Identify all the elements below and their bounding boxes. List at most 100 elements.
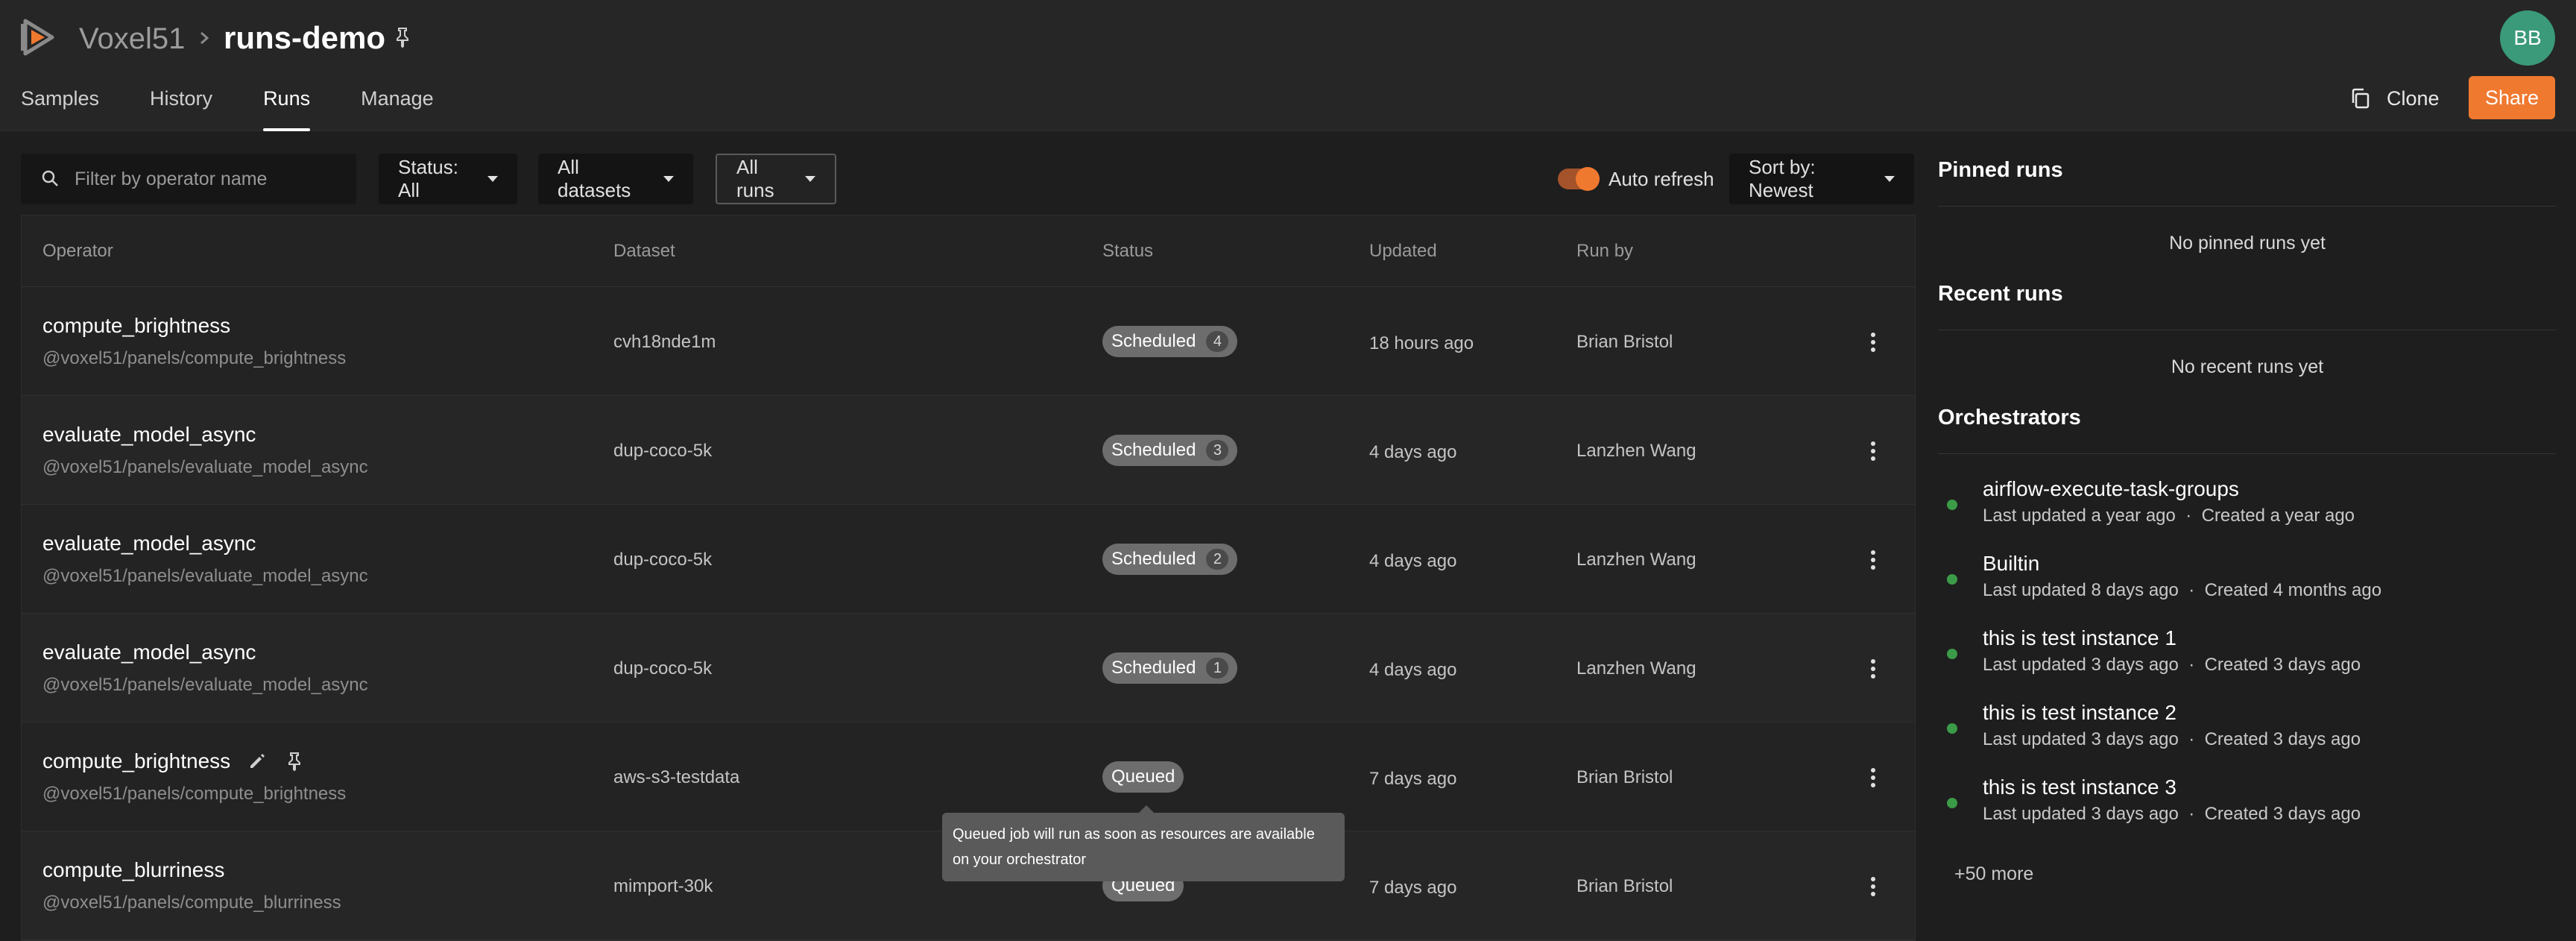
operator-uri: @voxel51/panels/compute_brightness	[42, 784, 347, 804]
dataset-cell: aws-s3-testdata	[613, 767, 740, 787]
more-vertical-icon[interactable]	[1866, 873, 1881, 900]
status-filter-dropdown[interactable]: Status: All	[379, 154, 517, 204]
caret-down-icon	[1884, 176, 1895, 182]
orchestrator-name: airflow-execute-task-groups	[1983, 477, 2239, 500]
edit-icon[interactable]	[247, 751, 268, 772]
sort-dropdown[interactable]: Sort by: Newest	[1729, 154, 1914, 204]
table-row[interactable]: compute_brightness @voxel51/panels/compu…	[22, 287, 1915, 396]
operator-name[interactable]: compute_blurriness	[42, 858, 224, 882]
more-vertical-icon[interactable]	[1866, 547, 1881, 573]
voxel51-logo-icon[interactable]	[19, 16, 61, 58]
pin-icon[interactable]	[391, 25, 414, 49]
status-text: Scheduled	[1111, 440, 1196, 460]
column-header-dataset: Dataset	[613, 241, 675, 261]
tab-samples[interactable]: Samples	[21, 81, 99, 131]
column-header-operator: Operator	[42, 241, 113, 261]
auto-refresh-toggle[interactable]	[1558, 167, 1600, 191]
status-text: Scheduled	[1111, 658, 1196, 678]
operator-search-input[interactable]	[75, 168, 343, 190]
more-vertical-icon[interactable]	[1866, 655, 1881, 682]
pin-icon[interactable]	[284, 751, 305, 772]
run-by-cell: Lanzhen Wang	[1576, 550, 1696, 570]
status-badge: Scheduled 2	[1102, 544, 1238, 575]
column-header-updated: Updated	[1369, 241, 1437, 261]
updated-cell: 4 days ago	[1369, 442, 1457, 462]
caret-down-icon	[805, 176, 815, 182]
operator-name[interactable]: evaluate_model_async	[42, 423, 256, 447]
sort-value: Sort by: Newest	[1749, 156, 1816, 201]
runs-filter-value: All runs	[736, 156, 774, 201]
status-text: Scheduled	[1111, 331, 1196, 351]
dataset-cell: dup-coco-5k	[613, 441, 713, 461]
orchestrator-name: this is test instance 2	[1983, 701, 2176, 724]
run-by-cell: Lanzhen Wang	[1576, 658, 1696, 679]
operator-search[interactable]	[21, 154, 356, 204]
orchestrator-item[interactable]: this is test instance 2 Last updated 3 d…	[1947, 701, 2558, 761]
dataset-cell: dup-coco-5k	[613, 550, 713, 570]
more-vertical-icon[interactable]	[1866, 764, 1881, 791]
dataset-filter-dropdown[interactable]: All datasets	[538, 154, 693, 204]
tab-history[interactable]: History	[150, 81, 212, 131]
pinned-runs-title: Pinned runs	[1938, 158, 2063, 182]
orchestrator-meta: Last updated 3 days ago · Created 3 days…	[1983, 729, 2361, 749]
table-row[interactable]: evaluate_model_async @voxel51/panels/eva…	[22, 614, 1915, 723]
online-status-icon	[1947, 500, 1957, 510]
status-badge: Scheduled 4	[1102, 326, 1238, 357]
operator-name[interactable]: compute_brightness	[42, 314, 230, 338]
updated-cell: 18 hours ago	[1369, 333, 1474, 353]
pinned-runs-empty: No pinned runs yet	[2169, 233, 2326, 254]
operator-uri: @voxel51/panels/evaluate_model_async	[42, 566, 368, 586]
run-by-cell: Brian Bristol	[1576, 767, 1673, 787]
column-header-run-by: Run by	[1576, 241, 1634, 261]
more-vertical-icon[interactable]	[1866, 438, 1881, 465]
more-vertical-icon[interactable]	[1866, 329, 1881, 356]
tab-manage[interactable]: Manage	[361, 81, 434, 131]
auto-refresh-label: Auto refresh	[1609, 168, 1714, 190]
table-row[interactable]: evaluate_model_async @voxel51/panels/eva…	[22, 396, 1915, 505]
orchestrator-item[interactable]: Builtin Last updated 8 days ago · Create…	[1947, 552, 2558, 611]
updated-cell: 7 days ago	[1369, 769, 1457, 789]
share-button[interactable]: Share	[2469, 76, 2555, 119]
orchestrator-meta: Last updated 3 days ago · Created 3 days…	[1983, 655, 2361, 675]
user-avatar[interactable]: BB	[2500, 10, 2555, 66]
copy-icon	[2352, 88, 2370, 109]
run-by-cell: Brian Bristol	[1576, 876, 1673, 896]
online-status-icon	[1947, 798, 1957, 808]
table-row[interactable]: evaluate_model_async @voxel51/panels/eva…	[22, 505, 1915, 614]
dataset-cell: mimport-30k	[613, 876, 713, 896]
orchestrator-item[interactable]: this is test instance 1 Last updated 3 d…	[1947, 626, 2558, 686]
dataset-title: runs-demo	[224, 20, 386, 55]
clone-button[interactable]: Clone	[2349, 78, 2446, 119]
operator-name[interactable]: evaluate_model_async	[42, 532, 256, 556]
nav-tabs: Samples History Runs Manage	[21, 81, 484, 131]
updated-cell: 7 days ago	[1369, 878, 1457, 898]
tab-runs[interactable]: Runs	[263, 81, 311, 131]
orchestrator-item[interactable]: airflow-execute-task-groups Last updated…	[1947, 477, 2558, 537]
status-badge: Scheduled 1	[1102, 652, 1238, 684]
operator-name[interactable]: compute_brightness	[42, 749, 230, 773]
online-status-icon	[1947, 723, 1957, 734]
operator-name[interactable]: evaluate_model_async	[42, 641, 256, 664]
row-actions	[247, 751, 321, 772]
more-orchestrators-link[interactable]: +50 more	[1954, 863, 2033, 885]
dataset-cell: cvh18nde1m	[613, 332, 716, 352]
orchestrators-title: Orchestrators	[1938, 406, 2081, 429]
orchestrator-meta: Last updated 8 days ago · Created 4 mont…	[1983, 580, 2382, 600]
status-badge[interactable]: Queued	[1102, 761, 1184, 793]
queued-tooltip: Queued job will run as soon as resources…	[942, 805, 1345, 881]
search-icon	[42, 170, 58, 186]
status-count: 1	[1206, 658, 1229, 679]
orchestrator-meta: Last updated 3 days ago · Created 3 days…	[1983, 804, 2361, 824]
operator-uri: @voxel51/panels/evaluate_model_async	[42, 675, 368, 695]
status-text: Queued	[1111, 767, 1175, 787]
table-header: Operator Dataset Status Updated Run by	[22, 215, 1915, 287]
operator-uri: @voxel51/panels/compute_blurriness	[42, 893, 341, 913]
brand-name[interactable]: Voxel51	[79, 19, 185, 58]
caret-down-icon	[663, 176, 674, 182]
orchestrator-item[interactable]: this is test instance 3 Last updated 3 d…	[1947, 775, 2558, 835]
run-by-cell: Brian Bristol	[1576, 332, 1673, 352]
status-count: 4	[1206, 331, 1229, 352]
tooltip-line-1: Queued job will run as soon as resources…	[953, 826, 1315, 843]
chevron-right-icon	[201, 31, 209, 45]
runs-filter-dropdown[interactable]: All runs	[716, 154, 836, 204]
